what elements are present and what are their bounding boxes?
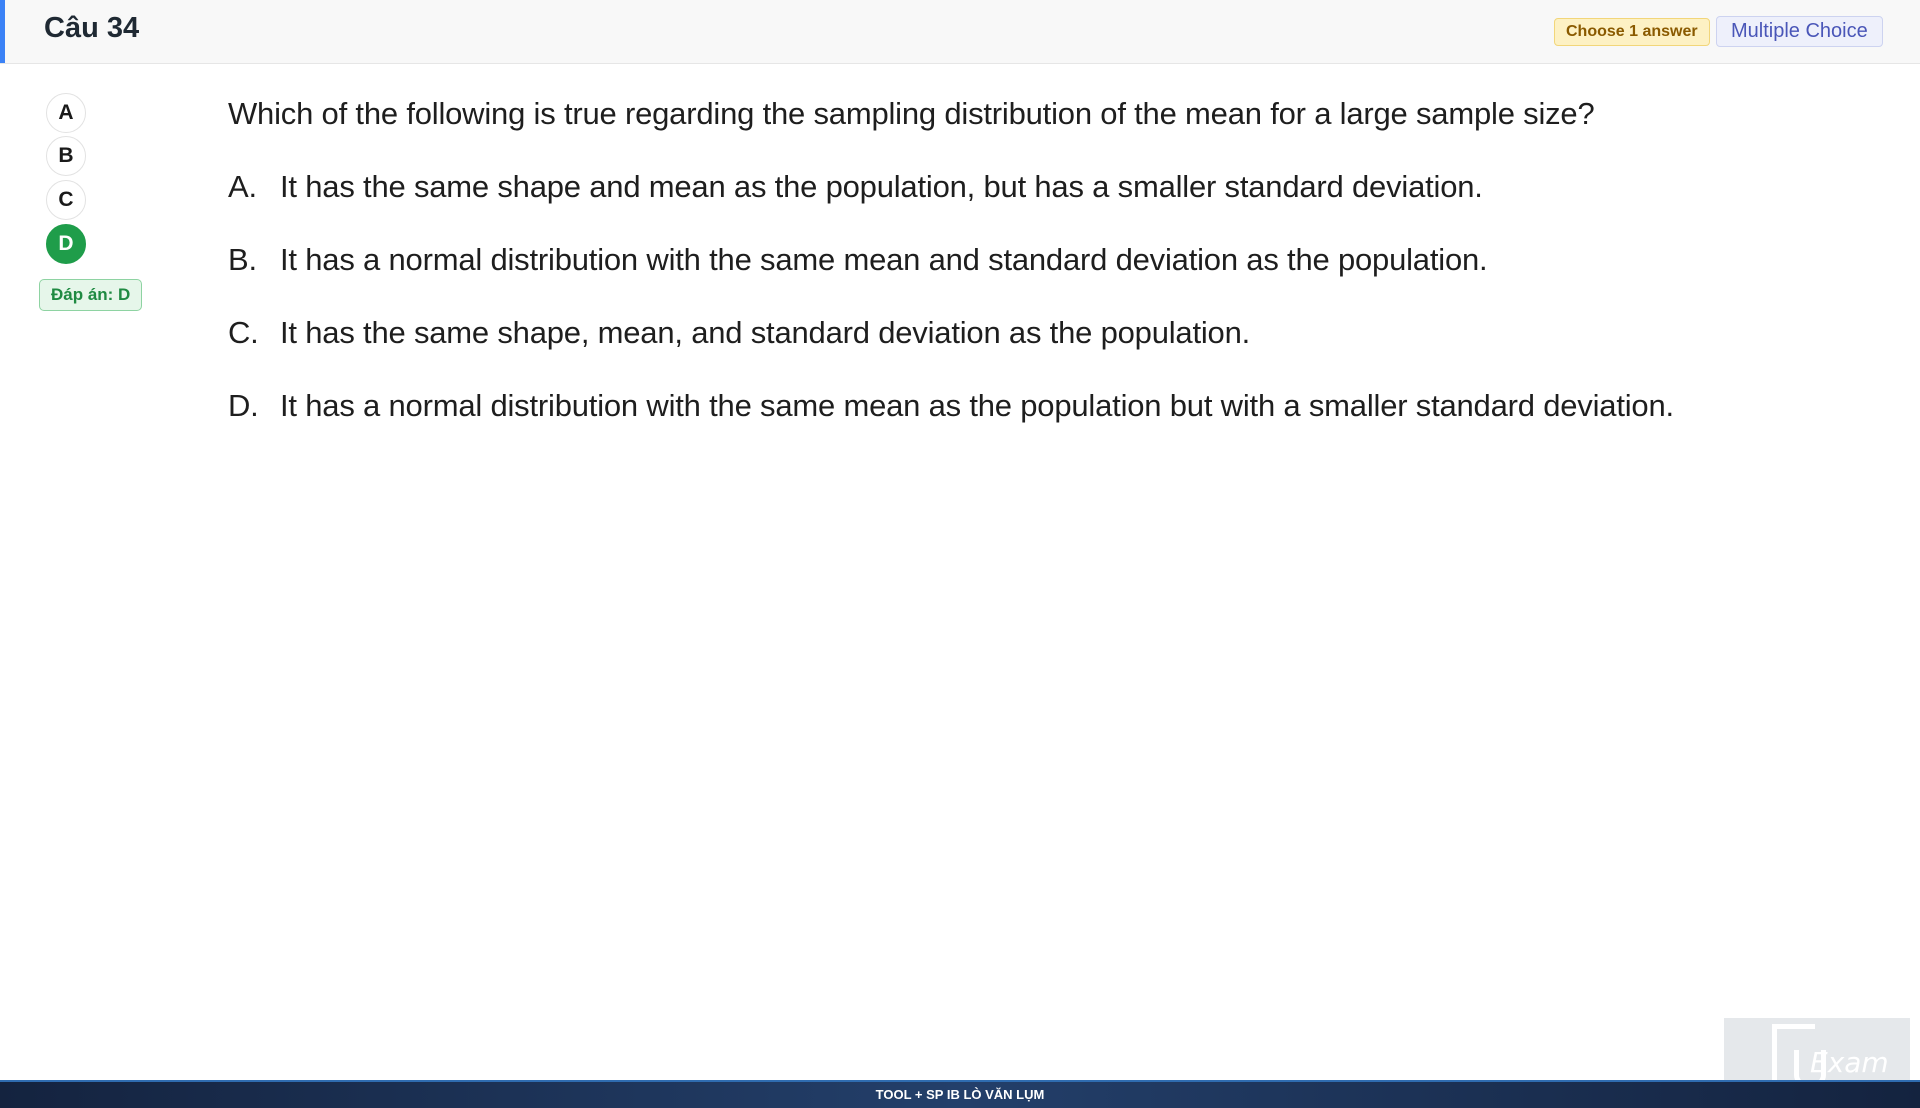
option-letter: C. [228,315,259,350]
option-letter: D. [228,388,259,423]
option-c: C. It has the same shape, mean, and stand… [228,315,1250,351]
option-text: It has the same shape, mean, and standar… [280,315,1251,350]
answer-option-c-button[interactable]: C [46,180,86,220]
option-text: It has a normal distribution with the sa… [280,388,1674,423]
question-type-badge: Multiple Choice [1716,16,1883,47]
option-letter: A. [228,169,257,204]
answer-option-a-button[interactable]: A [46,93,86,133]
answer-option-d-button[interactable]: D [46,224,86,264]
option-text: It has the same shape and mean as the po… [280,169,1483,204]
option-letter: B. [228,242,257,277]
option-text: It has a normal distribution with the sa… [280,242,1488,277]
choose-count-badge: Choose 1 answer [1554,18,1710,46]
option-d: D. It has a normal distribution with the … [228,388,1674,424]
question-header: Câu 34 Choose 1 answer Multiple Choice [0,0,1920,64]
footer-bar: TOOL + SP IB LÒ VĂN LỤM [0,1080,1920,1108]
logo-text: Exam [1810,1046,1889,1079]
quiz-page: Câu 34 Choose 1 answer Multiple Choice A… [0,0,1920,1108]
footer-text: TOOL + SP IB LÒ VĂN LỤM [875,1087,1045,1102]
header-accent-bar [0,0,5,63]
correct-answer-badge: Đáp án: D [39,279,143,311]
answer-option-b-button[interactable]: B [46,136,86,176]
option-a: A. It has the same shape and mean as the … [228,169,1483,205]
option-b: B. It has a normal distribution with the … [228,242,1488,278]
question-stem: Which of the following is true regarding… [228,96,1595,131]
question-number: Câu 34 [44,12,140,44]
